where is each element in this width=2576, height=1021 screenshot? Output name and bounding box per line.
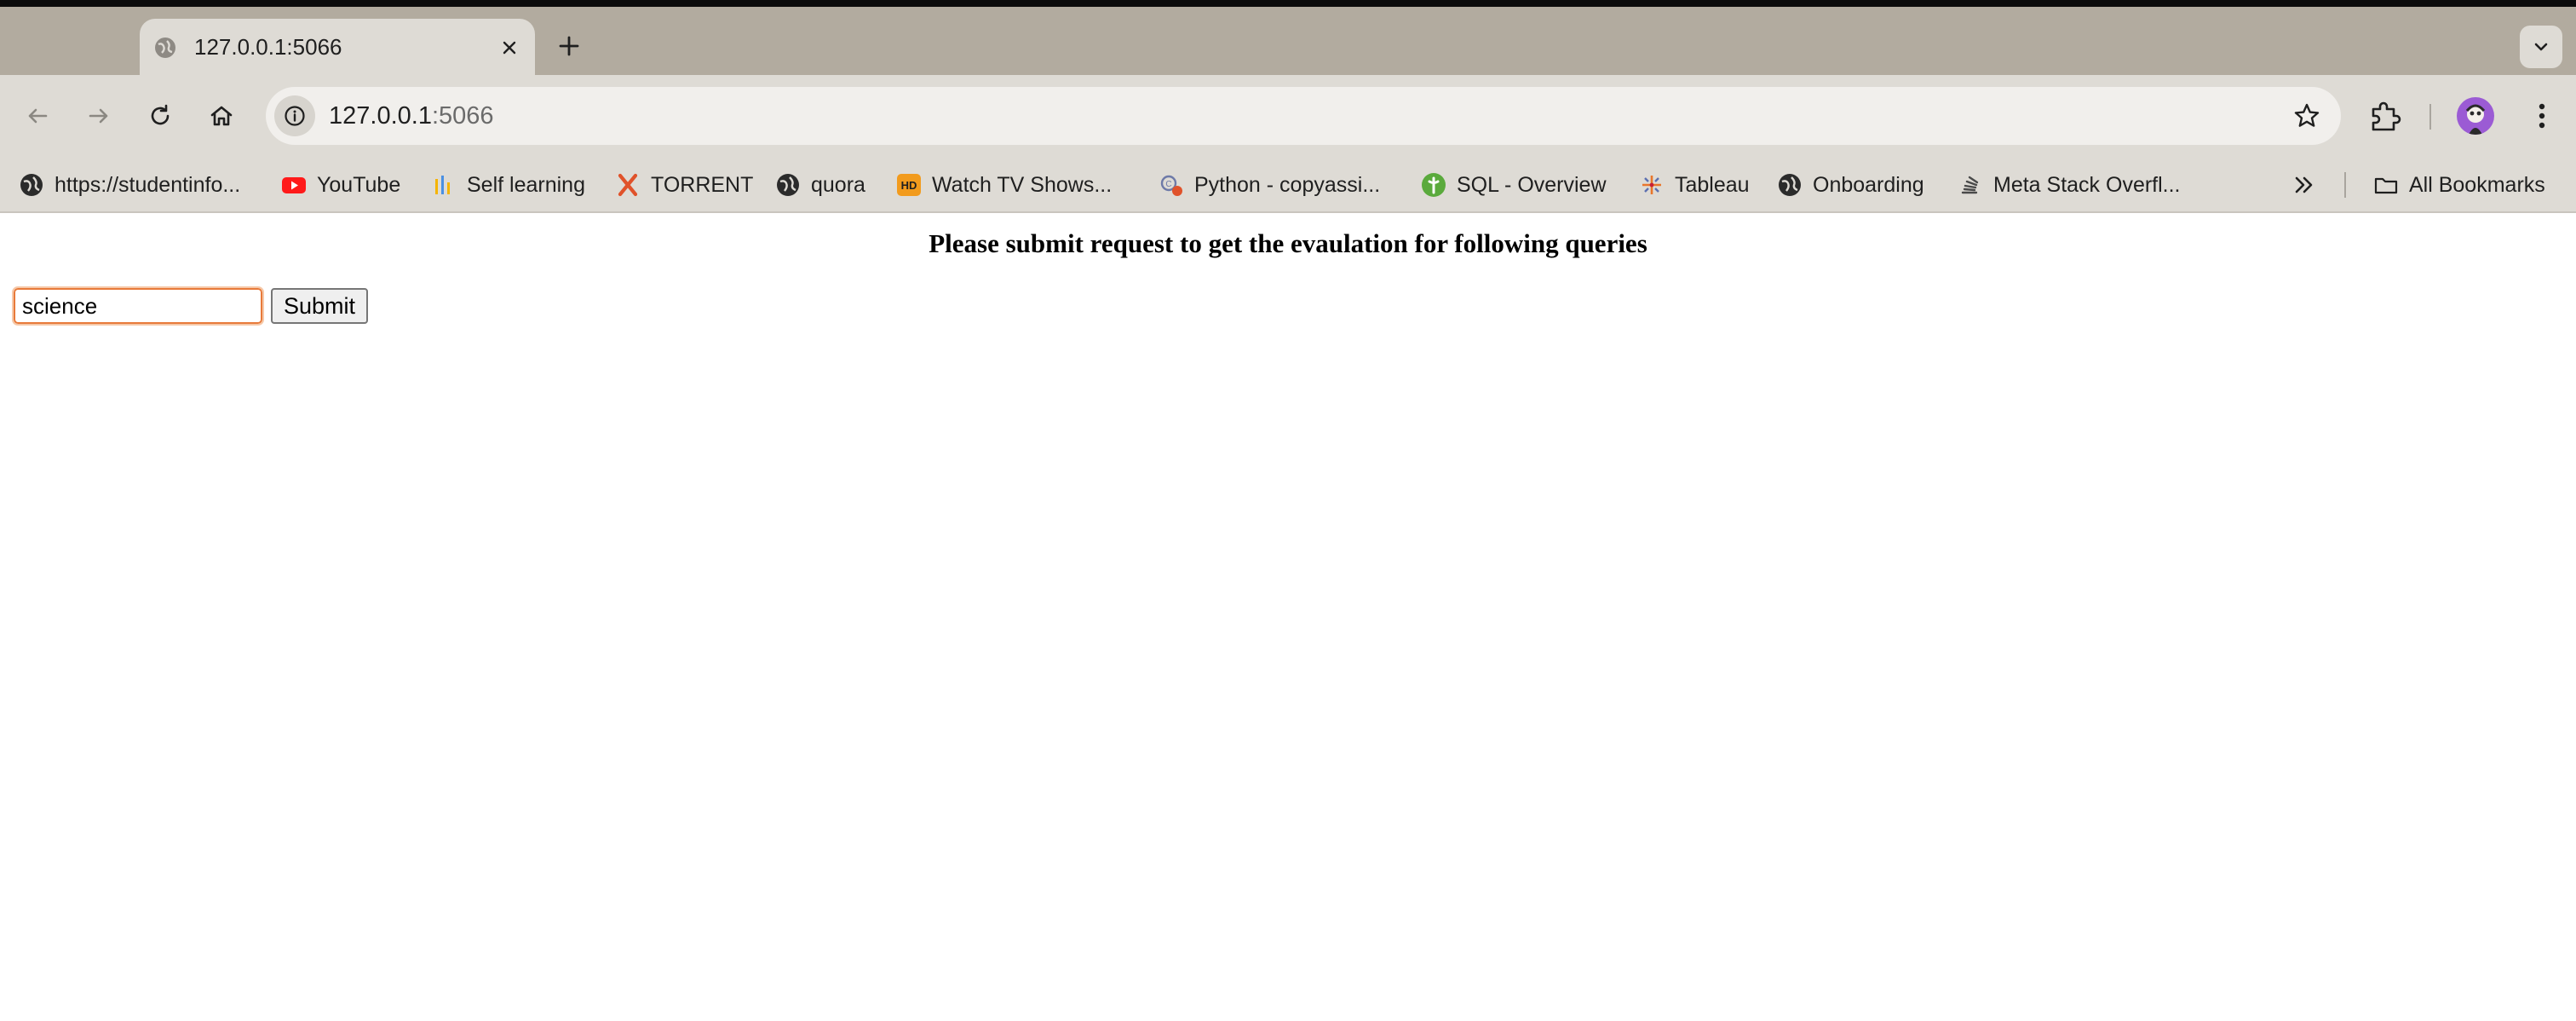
bookmark-torrent[interactable]: TORRENT (615, 169, 753, 201)
home-button[interactable] (201, 95, 242, 136)
hd-icon: HD (897, 174, 921, 196)
svg-text:C: C (1165, 180, 1171, 189)
tab-title: 127.0.0.1:5066 (194, 34, 342, 60)
browser-toolbar: 127.0.0.1:5066 (0, 75, 2576, 157)
tab-search-button[interactable] (2520, 26, 2562, 68)
bookmark-label: Self learning (467, 172, 585, 197)
page-title: Please submit request to get the evaulat… (929, 228, 1647, 258)
query-input[interactable] (12, 286, 264, 326)
copyassignment-icon: C (1160, 175, 1182, 196)
bookmark-label: YouTube (317, 172, 401, 197)
bookmark-onboarding[interactable]: Onboarding (1777, 169, 1924, 201)
bookmarks-bar: https://studentinfo... YouTube Self lear… (0, 157, 2576, 213)
bookmark-youtube[interactable]: YouTube (281, 169, 400, 201)
page-content: Please submit request to get the evaulat… (0, 213, 2576, 1021)
bookmark-python-copyassignment[interactable]: C Python - copyassi... (1159, 169, 1380, 201)
profile-avatar-icon (2465, 104, 2486, 135)
address-url: 127.0.0.1:5066 (329, 102, 494, 130)
all-bookmarks-button[interactable]: All Bookmarks (2373, 169, 2545, 201)
home-icon (210, 106, 233, 126)
toolbar-divider (2429, 104, 2431, 130)
tab-strip: 127.0.0.1:5066 (0, 7, 2576, 77)
bookmark-label: Meta Stack Overfl... (1993, 172, 2181, 197)
puzzle-piece-icon[interactable] (2365, 95, 2406, 136)
stack-exchange-icon (1961, 176, 1979, 194)
globe-icon (155, 37, 175, 58)
bars-icon (435, 176, 450, 194)
forward-button[interactable] (78, 95, 119, 136)
reload-button[interactable] (140, 95, 181, 136)
all-bookmarks-label: All Bookmarks (2409, 172, 2545, 197)
site-info-button[interactable] (274, 95, 315, 136)
svg-text:HD: HD (901, 179, 917, 192)
bookmark-sql-overview[interactable]: SQL - Overview (1421, 169, 1607, 201)
more-vert-icon[interactable] (2521, 95, 2562, 136)
bookmark-studentinfo[interactable]: https://studentinfo... (19, 169, 240, 201)
bookmark-label: Tableau (1675, 172, 1750, 197)
address-host: 127.0.0.1 (329, 102, 432, 130)
new-tab-icon[interactable] (552, 29, 586, 63)
arrow-left-icon (28, 108, 48, 124)
bookmark-quora[interactable]: quora (775, 169, 865, 201)
address-bar[interactable]: 127.0.0.1:5066 (266, 87, 2341, 145)
youtube-icon (282, 177, 306, 193)
bookmark-label: Watch TV Shows... (932, 172, 1113, 197)
reload-icon (151, 104, 170, 125)
tab-active[interactable]: 127.0.0.1:5066 (140, 19, 535, 77)
info-icon (285, 106, 305, 126)
bookmark-label: SQL - Overview (1457, 172, 1607, 197)
globe-icon (1779, 174, 1801, 196)
bookmark-self-learning[interactable]: Self learning (431, 169, 585, 201)
submit-button[interactable]: Submit (271, 288, 368, 324)
tableau-icon (1642, 176, 1661, 194)
window-top-edge (0, 0, 2576, 7)
star-icon[interactable] (2291, 101, 2322, 131)
tutorialspoint-icon (1422, 173, 1446, 197)
x-logo-icon (618, 173, 638, 197)
bookmark-label: https://studentinfo... (55, 172, 241, 197)
bookmark-label: Python - copyassi... (1194, 172, 1381, 197)
back-button[interactable] (17, 95, 58, 136)
globe-icon (20, 174, 43, 196)
arrow-right-icon (89, 108, 108, 124)
bookmark-label: Onboarding (1813, 172, 1924, 197)
bookmark-meta-stack-overflow[interactable]: Meta Stack Overfl... (1958, 169, 2181, 201)
close-icon[interactable] (496, 34, 523, 61)
folder-icon (2374, 177, 2398, 194)
avatar[interactable] (2457, 97, 2494, 135)
globe-icon (777, 174, 799, 196)
bookmark-watch-tv-shows[interactable]: HD Watch TV Shows... (896, 169, 1112, 201)
chevron-down-icon (2534, 43, 2548, 51)
address-port: :5066 (431, 102, 494, 130)
chevron-double-right-icon[interactable] (2290, 170, 2319, 199)
bookmark-tableau[interactable]: Tableau (1639, 169, 1750, 201)
bookmark-label: quora (811, 172, 865, 197)
bookmark-label: TORRENT (651, 172, 754, 197)
bookmarks-divider (2344, 172, 2346, 198)
